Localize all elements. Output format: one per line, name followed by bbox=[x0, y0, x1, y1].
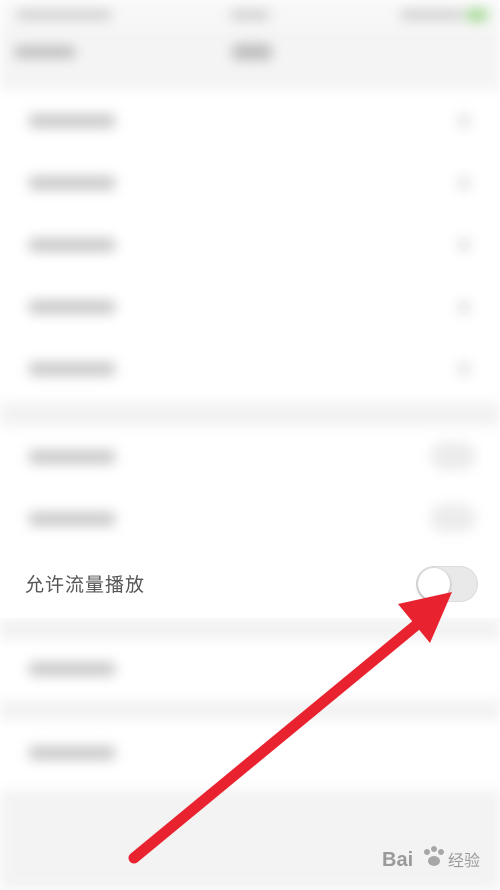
allow-cellular-playback-row[interactable]: 允许流量播放 bbox=[0, 548, 500, 618]
chevron-right-icon bbox=[458, 114, 470, 128]
paw-icon bbox=[424, 846, 444, 866]
toggle-knob bbox=[418, 568, 450, 600]
status-bar-indicators bbox=[400, 10, 464, 20]
back-button[interactable] bbox=[14, 46, 76, 58]
settings-row[interactable] bbox=[0, 152, 500, 214]
allow-cellular-playback-toggle[interactable] bbox=[416, 566, 478, 602]
section-divider bbox=[0, 618, 500, 640]
battery-icon bbox=[466, 9, 488, 21]
settings-row-toggle[interactable] bbox=[0, 426, 500, 488]
toggle-switch[interactable] bbox=[430, 504, 476, 532]
chevron-right-icon bbox=[458, 300, 470, 314]
chevron-right-icon bbox=[458, 362, 470, 376]
settings-row[interactable] bbox=[0, 640, 500, 700]
settings-section-2 bbox=[0, 426, 500, 550]
settings-section-3 bbox=[0, 640, 500, 700]
chevron-right-icon bbox=[458, 238, 470, 252]
watermark-suffix: 经验 bbox=[448, 851, 480, 870]
section-divider bbox=[0, 700, 500, 720]
settings-row[interactable] bbox=[0, 338, 500, 400]
section-divider bbox=[0, 402, 500, 426]
settings-row[interactable] bbox=[0, 720, 500, 790]
blurred-background bbox=[0, 0, 500, 890]
status-bar-carrier bbox=[16, 10, 112, 20]
settings-row[interactable] bbox=[0, 276, 500, 338]
page-title bbox=[232, 44, 272, 60]
baidu-watermark: Bai 经验 bbox=[382, 846, 480, 871]
top-nav bbox=[0, 30, 500, 90]
settings-section-1 bbox=[0, 90, 500, 402]
toggle-switch[interactable] bbox=[430, 442, 476, 470]
settings-row[interactable] bbox=[0, 90, 500, 152]
status-bar-time bbox=[230, 10, 270, 20]
settings-row[interactable] bbox=[0, 214, 500, 276]
chevron-right-icon bbox=[458, 176, 470, 190]
status-bar bbox=[0, 0, 500, 30]
watermark-brand: Bai bbox=[382, 849, 413, 871]
settings-row-toggle[interactable] bbox=[0, 488, 500, 550]
allow-cellular-playback-label: 允许流量播放 bbox=[25, 574, 146, 596]
settings-section-4 bbox=[0, 720, 500, 790]
